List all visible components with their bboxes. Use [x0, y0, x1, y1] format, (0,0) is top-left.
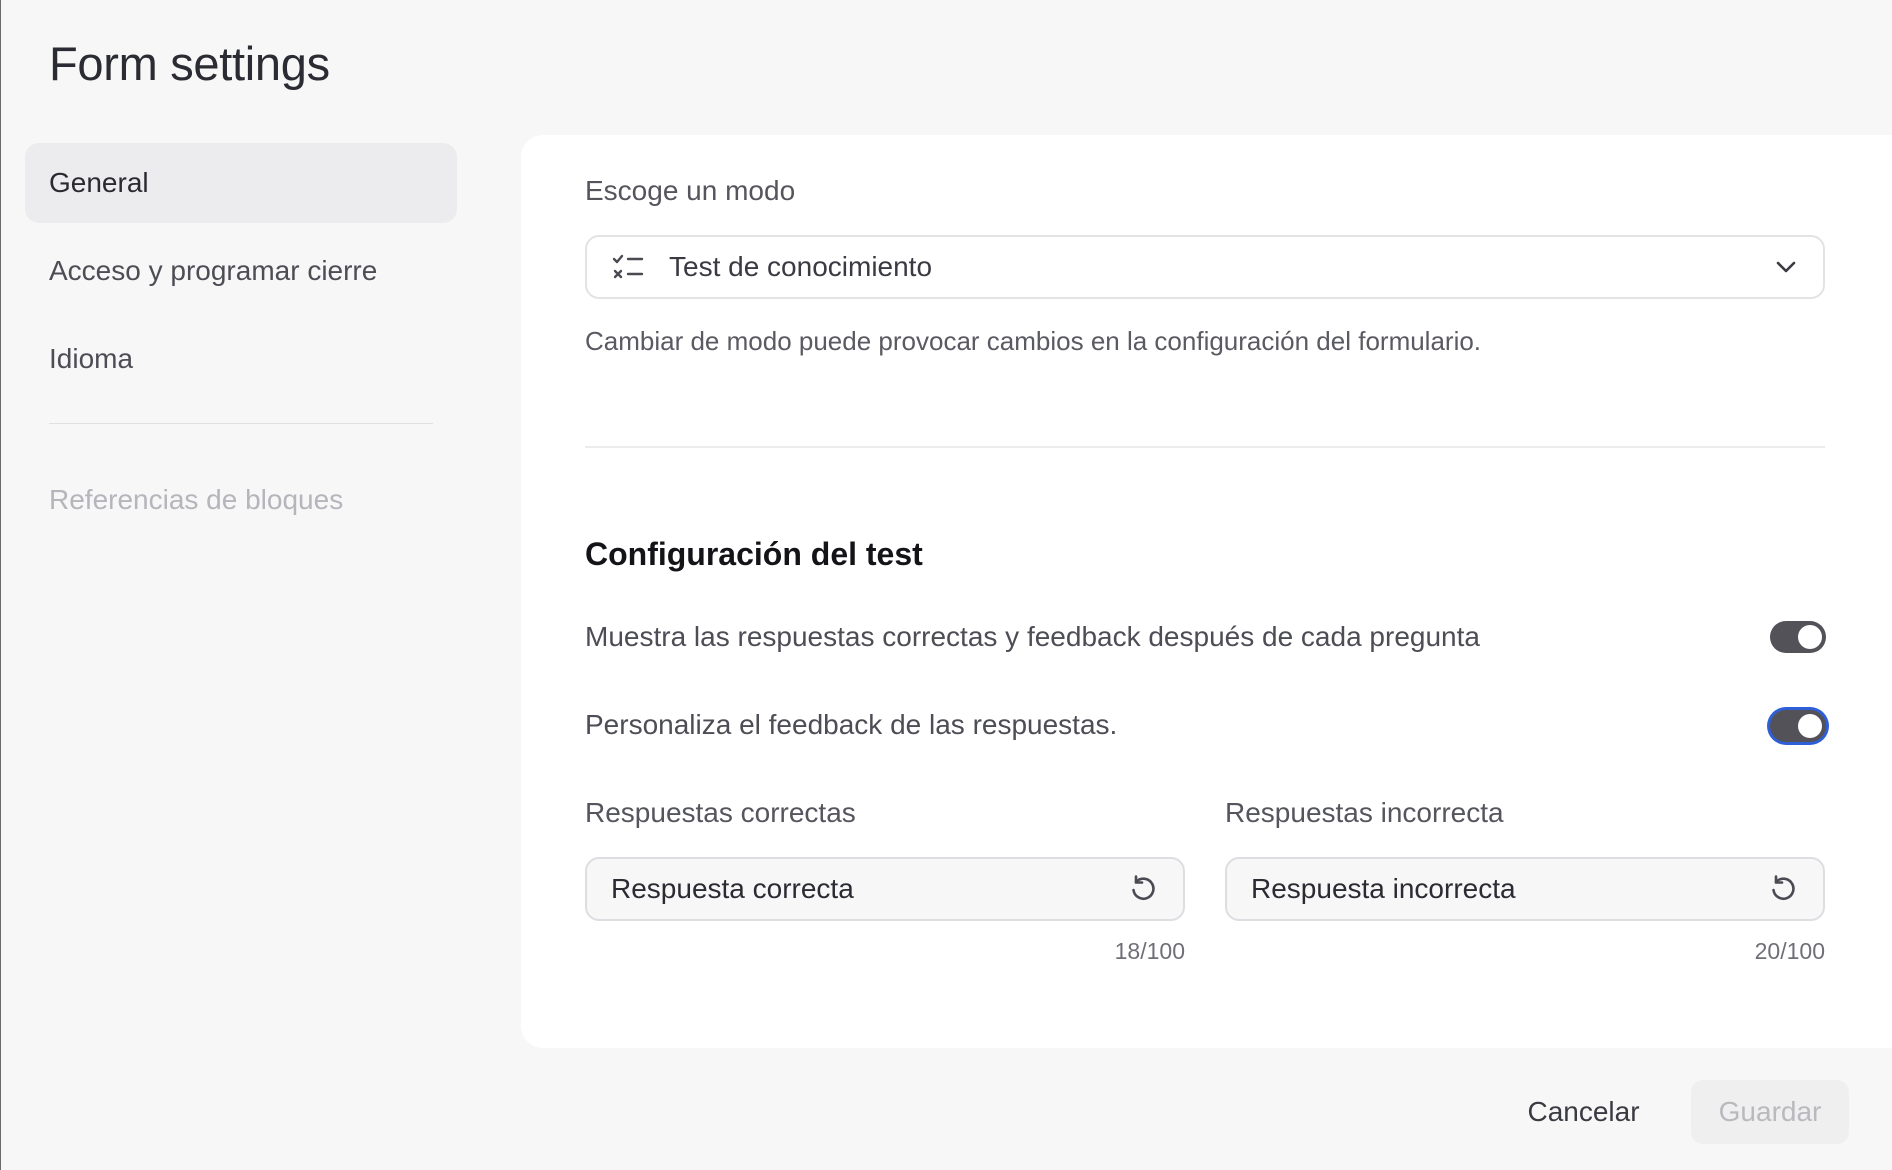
sidebar-item-label: Referencias de bloques — [49, 484, 344, 515]
mode-label: Escoge un modo — [585, 175, 796, 206]
sidebar-item-access-schedule[interactable]: Acceso y programar cierre — [25, 231, 457, 311]
sidebar-item-general[interactable]: General — [25, 143, 457, 223]
mode-help-text: Cambiar de modo puede provocar cambios e… — [585, 326, 1482, 356]
correct-feedback-input[interactable] — [611, 873, 1127, 905]
toggle-knob — [1798, 714, 1822, 738]
sidebar-item-language[interactable]: Idioma — [25, 319, 457, 399]
incorrect-feedback-input[interactable] — [1251, 873, 1767, 905]
sidebar-item-label: Idioma — [49, 343, 134, 374]
chevron-down-icon — [1776, 261, 1796, 273]
mode-select-value: Test de conocimiento — [669, 251, 933, 282]
mode-select[interactable]: Test de conocimiento — [585, 235, 1825, 299]
custom-feedback-label: Personaliza el feedback de las respuesta… — [585, 709, 1118, 740]
settings-panel: Escoge un modo Test de conocimiento Camb… — [521, 135, 1892, 1048]
dialog-title: Form settings — [49, 37, 330, 90]
settings-sidebar: General Acceso y programar cierre Idioma… — [25, 143, 457, 524]
cancel-button[interactable]: Cancelar — [1506, 1080, 1661, 1144]
incorrect-feedback-field — [1225, 857, 1825, 921]
incorrect-char-counter: 20/100 — [1754, 938, 1825, 964]
custom-feedback-toggle[interactable] — [1770, 710, 1826, 742]
toggle-knob — [1798, 625, 1822, 649]
sidebar-divider — [49, 423, 433, 424]
reset-icon[interactable] — [1127, 873, 1159, 905]
sidebar-item-block-references: Referencias de bloques — [25, 484, 457, 516]
sidebar-item-label: General — [49, 167, 149, 198]
sidebar-item-label: Acceso y programar cierre — [49, 255, 378, 286]
section-divider — [585, 446, 1825, 448]
correct-char-counter: 18/100 — [1114, 938, 1185, 964]
save-button[interactable]: Guardar — [1691, 1080, 1849, 1144]
reset-icon[interactable] — [1767, 873, 1799, 905]
quiz-settings-title: Configuración del test — [585, 536, 923, 572]
form-settings-dialog: Form settings General Acceso y programar… — [0, 0, 1892, 1170]
incorrect-answers-label: Respuestas incorrecta — [1225, 797, 1504, 828]
correct-feedback-field — [585, 857, 1185, 921]
show-answers-toggle[interactable] — [1770, 621, 1826, 653]
checklist-icon — [612, 254, 644, 279]
correct-answers-label: Respuestas correctas — [585, 797, 856, 828]
show-answers-label: Muestra las respuestas correctas y feedb… — [585, 621, 1480, 652]
